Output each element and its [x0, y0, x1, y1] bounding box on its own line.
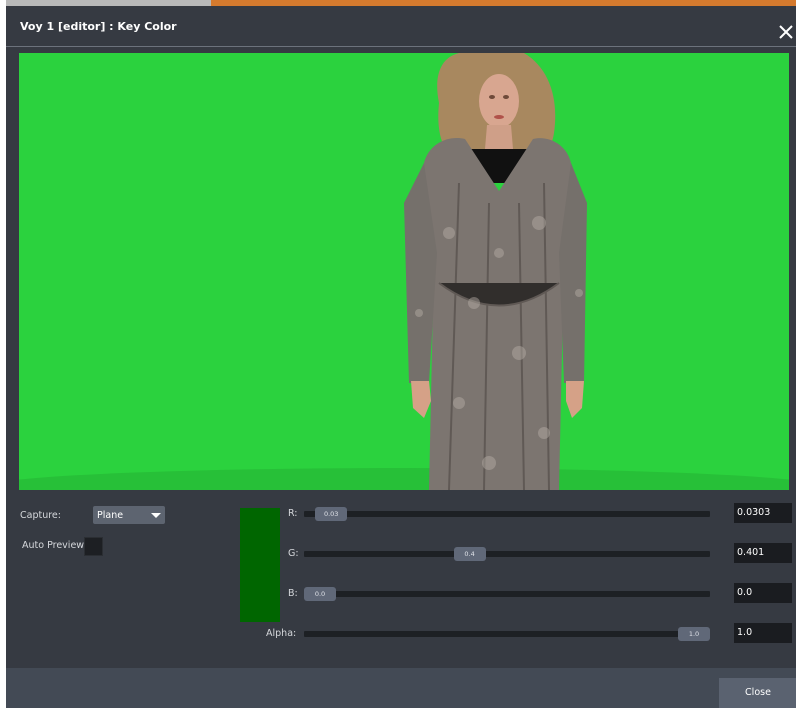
dialog-footer — [6, 668, 796, 708]
chevron-down-icon — [151, 513, 161, 518]
capture-select-value: Plane — [97, 510, 124, 521]
r-value-field[interactable]: 0.0303 — [734, 503, 792, 523]
capture-label: Capture: — [20, 510, 61, 521]
mannequin-figure — [404, 53, 587, 490]
g-label: G: — [288, 548, 299, 559]
g-slider[interactable]: 0.4 — [304, 547, 710, 561]
preview-viewport — [19, 53, 789, 490]
auto-preview-checkbox[interactable] — [84, 537, 103, 556]
close-icon[interactable] — [778, 24, 794, 40]
alpha-value-field[interactable]: 1.0 — [734, 623, 792, 643]
title-bar: Voy 1 [editor] : Key Color — [6, 6, 796, 47]
close-button[interactable]: Close — [719, 678, 796, 708]
alpha-slider[interactable]: 1.0 — [304, 627, 710, 641]
b-slider-thumb[interactable]: 0.0 — [304, 587, 336, 601]
alpha-label: Alpha: — [266, 628, 297, 639]
g-slider-thumb[interactable]: 0.4 — [453, 547, 486, 561]
b-slider[interactable]: 0.0 — [304, 587, 710, 601]
g-value-field[interactable]: 0.401 — [734, 543, 792, 563]
key-color-swatch[interactable] — [240, 508, 280, 622]
capture-select[interactable]: Plane — [93, 506, 165, 524]
r-slider-thumb[interactable]: 0.03 — [315, 507, 348, 521]
r-slider[interactable]: 0.03 — [304, 507, 710, 521]
auto-preview-label: Auto Preview: — [22, 540, 87, 551]
b-value-field[interactable]: 0.0 — [734, 583, 792, 603]
window-title: Voy 1 [editor] : Key Color — [20, 20, 177, 33]
r-label: R: — [288, 508, 298, 519]
key-color-dialog: Voy 1 [editor] : Key Color Capture: Plan… — [6, 0, 796, 708]
b-label: B: — [288, 588, 298, 599]
alpha-slider-thumb[interactable]: 1.0 — [678, 627, 710, 641]
